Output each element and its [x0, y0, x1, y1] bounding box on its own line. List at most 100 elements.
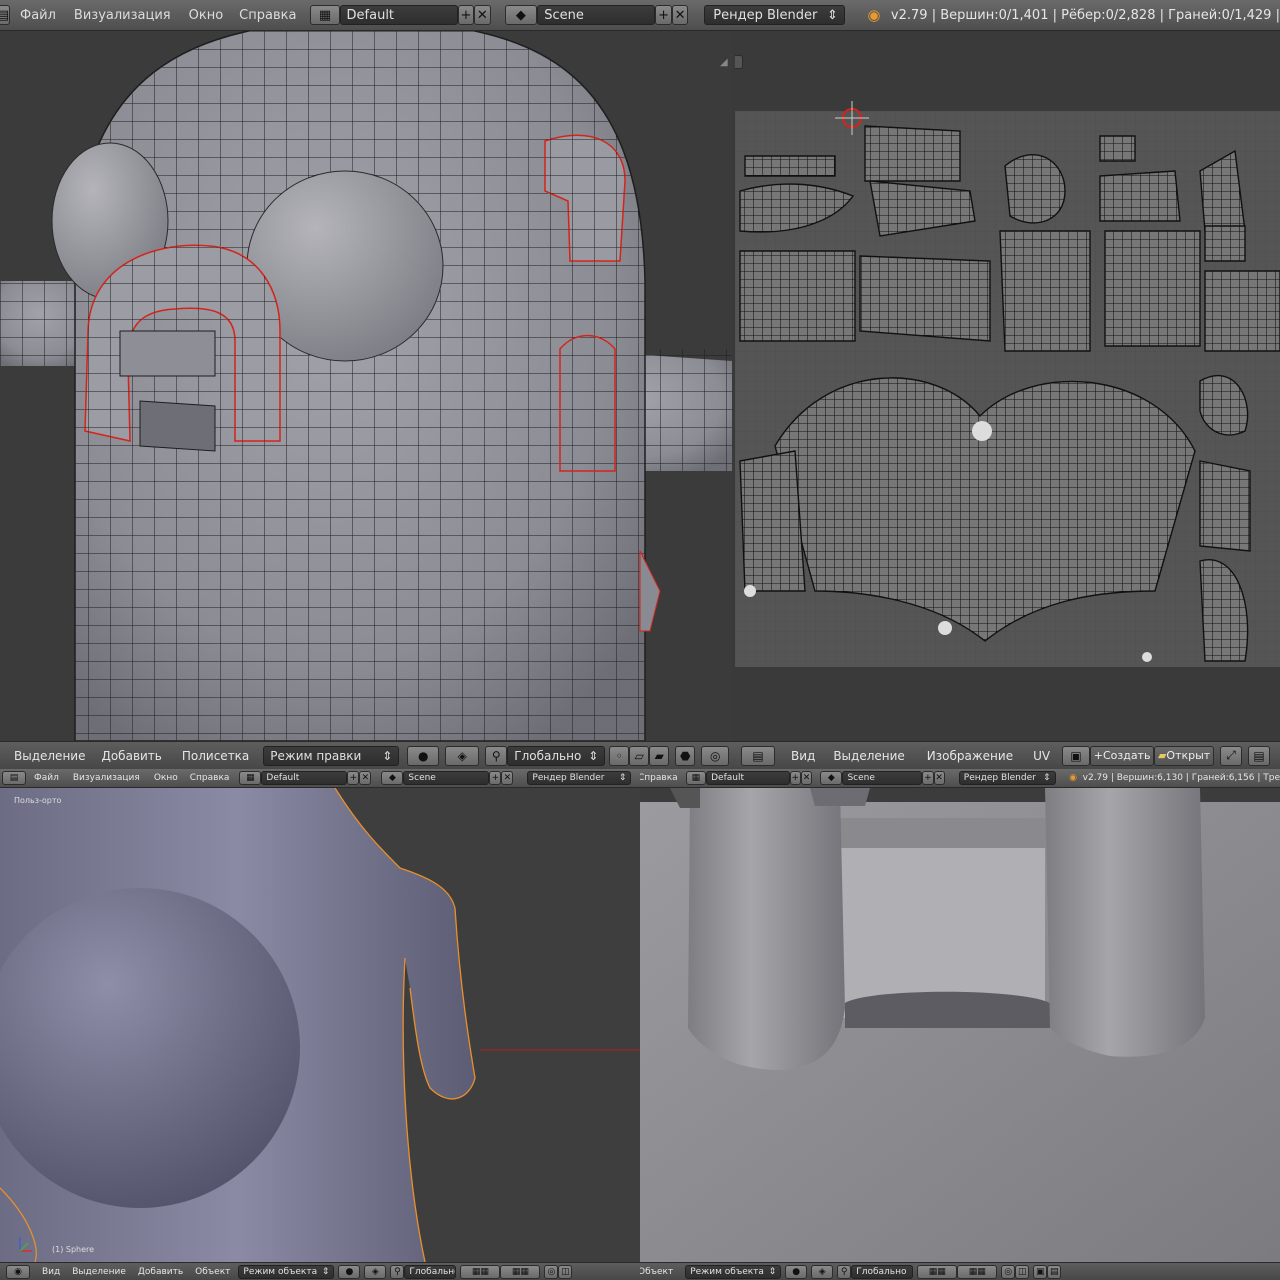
image-browse-button[interactable]: ▣: [1062, 745, 1091, 766]
ll-menu-file[interactable]: Файл: [34, 773, 59, 783]
lr-scene-close-button[interactable]: ✕: [933, 771, 945, 785]
new-image-label: Создать: [1102, 749, 1151, 762]
uv-editor-type-button[interactable]: ▤: [741, 745, 775, 766]
bl-orientation-select[interactable]: Глобально: [404, 1264, 457, 1279]
uv-editor[interactable]: ◂▸: [735, 31, 1280, 741]
mode-select[interactable]: Режим правки ⇕: [263, 745, 400, 766]
ll-scene-icon[interactable]: ◆: [381, 771, 404, 785]
scene-close-button[interactable]: ✕: [671, 5, 689, 25]
bl-snap-button[interactable]: ◎: [544, 1264, 559, 1279]
face-select-button[interactable]: ▰: [649, 745, 670, 766]
ll-menu-help[interactable]: Справка: [190, 773, 230, 783]
br-shading-button[interactable]: ●: [785, 1264, 808, 1279]
br-layers-button[interactable]: ▦▦: [917, 1264, 958, 1279]
edge-select-button[interactable]: ▱: [629, 745, 650, 766]
uv-menu-image[interactable]: Изображение: [927, 749, 1013, 763]
scene-stats: v2.79 | Вершин:0/1,401 | Рёбер:0/2,828 |…: [890, 7, 1280, 23]
ll-editor-type-button[interactable]: ▤: [2, 771, 26, 785]
bl-mode-label: Режим объекта: [243, 1266, 318, 1277]
layout-icon[interactable]: ▦: [310, 5, 340, 25]
bl-menu-object[interactable]: Объект: [195, 1267, 230, 1277]
lr-scene-add-button[interactable]: +: [922, 771, 934, 785]
br-pivot-button[interactable]: ◈: [811, 1264, 834, 1279]
ll-layout-icon[interactable]: ▦: [239, 771, 262, 785]
ll-layout-field[interactable]: Default: [261, 771, 348, 785]
menu-help[interactable]: Справка: [239, 8, 296, 23]
ll-layout-close-button[interactable]: ✕: [359, 771, 372, 785]
menu-render[interactable]: Визуализация: [74, 8, 171, 23]
ll-menu-window[interactable]: Окно: [154, 773, 178, 783]
lr-scene-icon[interactable]: ◆: [820, 771, 843, 785]
sync-button[interactable]: ▤: [1248, 745, 1271, 766]
ll-layout-add-button[interactable]: +: [347, 771, 360, 785]
br-menu-object[interactable]: Объект: [640, 1267, 673, 1277]
vertex-select-button[interactable]: ◦: [609, 745, 630, 766]
bl-menu-add[interactable]: Добавить: [138, 1267, 183, 1277]
bl-mode-select[interactable]: Режим объекта ⇕: [238, 1264, 335, 1279]
ll-render-engine-select[interactable]: Рендер Blender ⇕: [527, 771, 632, 785]
render-engine-select[interactable]: Рендер Blender ⇕: [704, 5, 845, 25]
editor-type-button[interactable]: ▤: [0, 5, 10, 25]
ll-scene-add-button[interactable]: +: [489, 771, 502, 785]
pivot-button[interactable]: ◈: [445, 745, 480, 766]
left-leg: [688, 788, 845, 1070]
lr-menu-help[interactable]: Справка: [640, 773, 678, 783]
br-snap-target-button[interactable]: ◫: [1015, 1264, 1030, 1279]
menu-file[interactable]: Файл: [20, 8, 56, 23]
ll-menu-render[interactable]: Визуализация: [73, 773, 140, 783]
shading-button[interactable]: ●: [407, 745, 440, 766]
vp-menu-select[interactable]: Выделение: [14, 749, 85, 763]
br-orientation-select[interactable]: Глобально: [851, 1264, 914, 1279]
lr-layout-close-button[interactable]: ✕: [800, 771, 813, 785]
bl-snap-target-button[interactable]: ◫: [558, 1264, 573, 1279]
orientation-select[interactable]: Глобально ⇕: [507, 745, 606, 766]
scene-field[interactable]: Scene: [537, 5, 656, 25]
area-join-icon[interactable]: ◂▸: [735, 55, 743, 69]
lr-layout-field[interactable]: Default: [706, 771, 790, 785]
bl-layers-button[interactable]: ▦▦: [460, 1264, 501, 1279]
occlude-button[interactable]: ⬣: [675, 745, 696, 766]
br-camera-button[interactable]: ▤: [1047, 1264, 1062, 1279]
bl-manipulator-icon[interactable]: ⚲: [390, 1264, 405, 1279]
uv-menu-view[interactable]: Вид: [791, 749, 815, 763]
br-mode-select[interactable]: Режим объекта ⇕: [685, 1264, 782, 1279]
br-snap-button[interactable]: ◎: [1001, 1264, 1016, 1279]
manipulator-icon[interactable]: ⚲: [485, 745, 508, 766]
bl-menu-select[interactable]: Выделение: [72, 1267, 126, 1277]
open-image-button[interactable]: ▰ Открыт: [1154, 745, 1215, 766]
lr-layout-add-button[interactable]: +: [789, 771, 801, 785]
bl-shading-button[interactable]: ●: [338, 1264, 361, 1279]
area-split-icon[interactable]: ◢: [720, 57, 732, 69]
ll-scene-close-button[interactable]: ✕: [501, 771, 514, 785]
folder-icon: ▰: [1157, 749, 1167, 762]
vp-menu-add[interactable]: Добавить: [101, 749, 161, 763]
viewport-bottom-left[interactable]: Польз-орто (1) Sphere: [0, 788, 640, 1262]
layout-close-button[interactable]: ✕: [474, 5, 491, 25]
vp-menu-mesh[interactable]: Полисетка: [182, 749, 249, 763]
lr-layout-icon[interactable]: ▦: [685, 771, 707, 785]
ll-render-engine-name: Рендер Blender: [532, 773, 605, 783]
menu-window[interactable]: Окно: [189, 8, 224, 23]
scene-add-button[interactable]: +: [655, 5, 672, 25]
bl-pivot-button[interactable]: ◈: [364, 1264, 387, 1279]
viewport-edit[interactable]: ◢: [0, 31, 732, 741]
lr-render-engine-select[interactable]: Рендер Blender ⇕: [958, 771, 1056, 785]
layout-add-button[interactable]: +: [457, 5, 475, 25]
pin-button[interactable]: ⤢: [1220, 745, 1243, 766]
bl-editor-type-button[interactable]: ◉: [6, 1264, 30, 1279]
uv-menu-uv[interactable]: UV: [1033, 749, 1050, 763]
bl-layers-button-2[interactable]: ▦▦: [500, 1264, 541, 1279]
proportional-button[interactable]: ◎: [701, 745, 730, 766]
edit-mode-label: Режим правки: [270, 748, 362, 763]
lr-scene-field[interactable]: Scene: [842, 771, 923, 785]
layout-field[interactable]: Default: [339, 5, 458, 25]
bl-menu-view[interactable]: Вид: [42, 1267, 60, 1277]
br-render-button[interactable]: ▣: [1033, 1264, 1048, 1279]
scene-icon[interactable]: ◆: [504, 5, 538, 25]
viewport-bottom-right[interactable]: [640, 788, 1280, 1262]
new-image-button[interactable]: + Создать: [1090, 745, 1155, 766]
br-layers-button-2[interactable]: ▦▦: [957, 1264, 998, 1279]
br-manipulator-icon[interactable]: ⚲: [837, 1264, 852, 1279]
ll-scene-field[interactable]: Scene: [403, 771, 490, 785]
uv-menu-select[interactable]: Выделение: [833, 749, 904, 763]
